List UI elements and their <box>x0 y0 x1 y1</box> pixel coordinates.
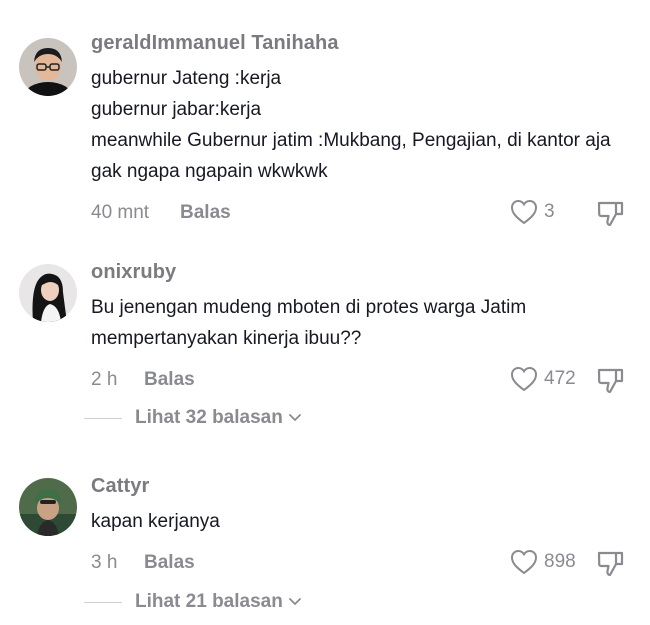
like-button[interactable]: 472 <box>510 366 576 392</box>
comment-text-line: meanwhile Gubernur jatim :Mukbang, Penga… <box>91 130 611 151</box>
comment-time: 3 h <box>91 552 118 573</box>
avatar[interactable] <box>19 264 77 322</box>
view-replies-label: Lihat 32 balasan <box>135 407 283 428</box>
comment-meta: 2 h Balas 472 <box>91 366 626 396</box>
thumbs-down-icon <box>597 368 624 394</box>
avatar[interactable] <box>19 38 77 96</box>
username[interactable]: onixruby <box>91 259 626 285</box>
comment-text-line: kapan kerjanya <box>91 511 220 532</box>
like-button[interactable]: 898 <box>510 549 576 575</box>
like-count: 3 <box>544 201 555 222</box>
thumbs-down-icon <box>597 551 624 577</box>
reply-button[interactable]: Balas <box>144 552 195 574</box>
like-count: 472 <box>544 368 576 389</box>
reply-button[interactable]: Balas <box>180 202 231 224</box>
person-avatar-glasses-icon <box>19 38 77 96</box>
person-avatar-helmet-icon <box>19 478 77 536</box>
comment-meta: 3 h Balas 898 <box>91 549 626 579</box>
chevron-down-icon <box>288 598 301 605</box>
view-replies-label: Lihat 21 balasan <box>135 591 283 612</box>
comment-meta: 40 mnt Balas 3 <box>91 199 626 229</box>
comment-time: 40 mnt <box>91 202 150 223</box>
comment-text-line: Bu jenengan mudeng mboten di protes warg… <box>91 297 527 318</box>
comment-text-line: gubernur jabar:kerja <box>91 99 262 120</box>
username[interactable]: geraldImmanuel Tanihaha <box>91 30 626 56</box>
comment-list: geraldImmanuel Tanihaha gubernur Jateng … <box>0 0 650 625</box>
chevron-down-icon <box>288 414 301 421</box>
person-avatar-woman-icon <box>19 264 77 322</box>
comment-text-line: gak ngapa ngapain wkwkwk <box>91 161 328 182</box>
reply-button[interactable]: Balas <box>144 369 195 391</box>
like-button[interactable]: 3 <box>510 199 555 225</box>
dislike-button[interactable] <box>596 199 626 233</box>
view-replies-button[interactable]: Lihat 32 balasan <box>84 407 302 429</box>
heart-icon <box>510 549 538 575</box>
thumbs-down-icon <box>597 201 624 227</box>
heart-icon <box>510 366 538 392</box>
avatar[interactable] <box>19 478 77 536</box>
dislike-button[interactable] <box>596 549 626 583</box>
comment-text-line: gubernur Jateng :kerja <box>91 68 282 89</box>
like-count: 898 <box>544 551 576 572</box>
heart-icon <box>510 199 538 225</box>
divider-line <box>84 417 122 419</box>
username[interactable]: Cattyr <box>91 473 626 499</box>
divider-line <box>84 601 122 603</box>
view-replies-button[interactable]: Lihat 21 balasan <box>84 591 302 613</box>
comment-time: 2 h <box>91 369 118 390</box>
comment-text-line: mempertanyakan kinerja ibuu?? <box>91 328 362 349</box>
dislike-button[interactable] <box>596 366 626 400</box>
